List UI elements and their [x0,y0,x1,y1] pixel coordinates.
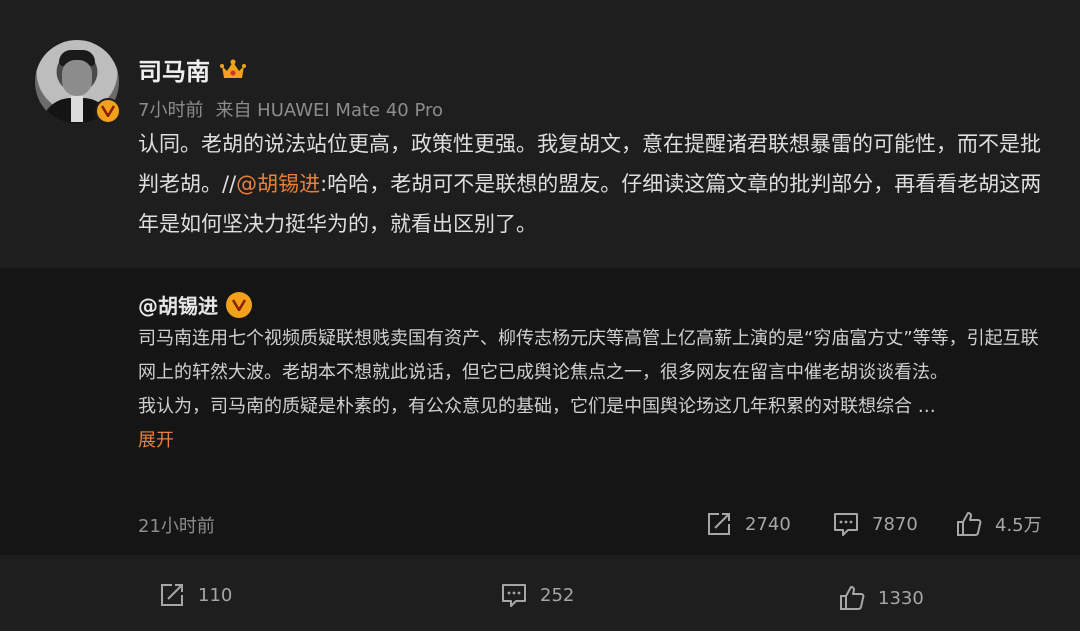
post-source: 来自 HUAWEI Mate 40 Pro [215,100,444,121]
verified-badge-icon [226,291,252,318]
repost-time: 21小时前 [138,516,215,537]
username-text[interactable]: 司马南 [138,52,210,87]
like-count: 4.5万 [995,515,1042,536]
repost-paragraph: 我认为，司马南的质疑是朴素的，有公众意见的基础，它们是中国舆论场这几年积累的对联… [138,396,936,417]
post-time: 7小时前 [138,100,204,121]
share-icon [161,584,183,606]
repost-content: 司马南连用七个视频质疑联想贱卖国有资产、柳传志杨元庆等高管上亿高薪上演的是“穷庙… [138,322,1048,458]
post-meta: 7小时前 来自 HUAWEI Mate 40 Pro [138,96,455,122]
comment-count: 7870 [872,513,918,535]
post-content: 认同。老胡的说法站位更高，政策性更强。我复胡文，意在提醒诸君联想暴雷的可能性，而… [138,124,1048,244]
repost-username[interactable]: @胡锡进 [138,290,218,319]
repost-like-button[interactable]: 4.5万 [955,510,1042,538]
repost-paragraph: 司马南连用七个视频质疑联想贱卖国有资产、柳传志杨元庆等高管上亿高薪上演的是“穷庙… [138,328,1039,383]
expand-link[interactable]: 展开 [138,430,174,451]
like-button[interactable]: 1330 [838,584,924,612]
mention-link[interactable]: @胡锡进 [236,172,320,196]
comment-icon [834,513,858,536]
comment-icon [502,584,526,607]
comment-count: 252 [540,584,575,606]
share-count: 2740 [745,513,791,535]
share-icon [708,513,730,535]
verified-badge-icon [95,98,121,124]
comment-button[interactable]: 252 [500,581,574,609]
share-button[interactable]: 110 [158,581,232,609]
repost-comment-button[interactable]: 7870 [832,510,918,538]
repost-share-button[interactable]: 2740 [705,510,791,538]
crown-icon [220,59,246,81]
thumbs-up-icon [957,512,982,536]
thumbs-up-icon [840,586,865,610]
repost-author[interactable]: @胡锡进 [138,290,252,319]
share-count: 110 [198,584,233,606]
like-count: 1330 [878,587,924,609]
post-author[interactable]: 司马南 [138,52,246,87]
